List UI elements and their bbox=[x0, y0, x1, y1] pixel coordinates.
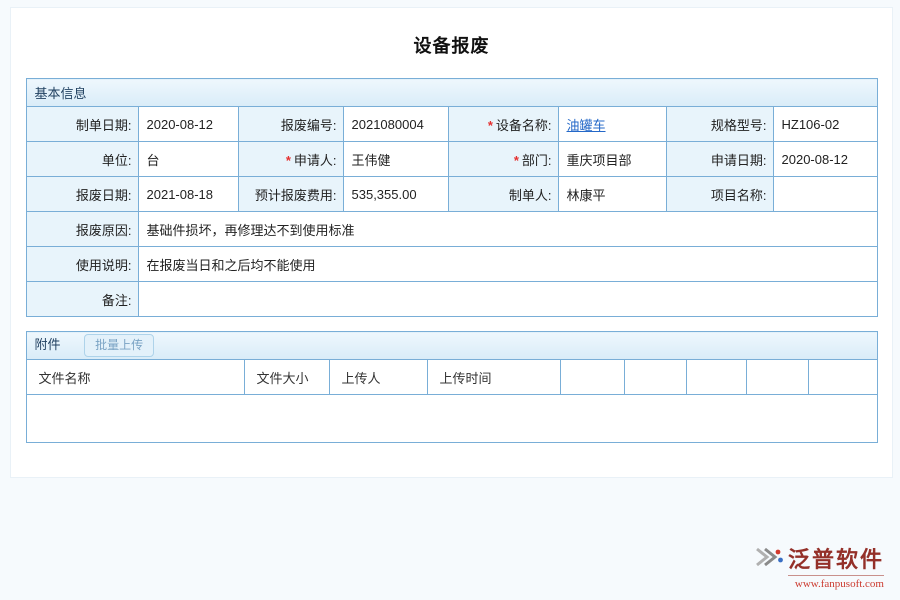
uploader-column-header: 上传人 bbox=[329, 360, 427, 395]
attachments-empty-area bbox=[26, 395, 877, 443]
spec-model-value: HZ106-02 bbox=[773, 107, 877, 142]
department-value: 重庆项目部 bbox=[558, 142, 666, 177]
basic-info-table: 基本信息 制单日期: 2020-08-12 报废编号: 2021080004 *… bbox=[26, 78, 878, 317]
scrap-date-value: 2021-08-18 bbox=[138, 177, 238, 212]
maker-value: 林康平 bbox=[558, 177, 666, 212]
empty-column-header bbox=[686, 360, 746, 395]
brand-name: 泛普软件 bbox=[788, 542, 884, 576]
fanpu-logo: 泛普软件 www.fanpusoft.com bbox=[754, 542, 884, 590]
empty-column-header bbox=[624, 360, 686, 395]
applicant-value: 王伟健 bbox=[343, 142, 448, 177]
page-title: 设备报废 bbox=[11, 8, 892, 78]
empty-column-header bbox=[808, 360, 877, 395]
file-name-column-header: 文件名称 bbox=[26, 360, 244, 395]
fanpu-logo-icon bbox=[754, 546, 784, 573]
project-name-value bbox=[773, 177, 877, 212]
spec-model-label: 规格型号: bbox=[666, 107, 773, 142]
attachments-table: 附件 批量上传 文件名称 文件大小 上传人 上传时间 bbox=[26, 331, 878, 443]
scrap-reason-label: 报废原因: bbox=[26, 212, 138, 247]
form-row-scrap-reason: 报废原因: 基础件损坏，再修理达不到使用标准 bbox=[26, 212, 877, 247]
remark-label: 备注: bbox=[26, 282, 138, 317]
main-panel: 设备报废 基本信息 制单日期: 2020-08-12 报废编号: 2021080… bbox=[10, 7, 893, 478]
empty-column-header bbox=[560, 360, 624, 395]
form-row-remark: 备注: bbox=[26, 282, 877, 317]
apply-date-label: 申请日期: bbox=[666, 142, 773, 177]
form-row-1: 制单日期: 2020-08-12 报废编号: 2021080004 *设备名称:… bbox=[26, 107, 877, 142]
upload-time-column-header: 上传时间 bbox=[427, 360, 560, 395]
batch-upload-button[interactable]: 批量上传 bbox=[84, 334, 154, 357]
department-label: *部门: bbox=[448, 142, 558, 177]
form-row-2: 单位: 台 *申请人: 王伟健 *部门: 重庆项目部 申请日期: 2020-08… bbox=[26, 142, 877, 177]
unit-label: 单位: bbox=[26, 142, 138, 177]
form-row-3: 报废日期: 2021-08-18 预计报废费用: 535,355.00 制单人:… bbox=[26, 177, 877, 212]
required-asterisk: * bbox=[488, 118, 493, 133]
required-asterisk: * bbox=[514, 153, 519, 168]
brand-website: www.fanpusoft.com bbox=[754, 578, 884, 590]
project-name-label: 项目名称: bbox=[666, 177, 773, 212]
usage-note-value: 在报废当日和之后均不能使用 bbox=[138, 247, 877, 282]
apply-date-value: 2020-08-12 bbox=[773, 142, 877, 177]
file-size-column-header: 文件大小 bbox=[244, 360, 329, 395]
equipment-name-value: 油罐车 bbox=[558, 107, 666, 142]
maker-label: 制单人: bbox=[448, 177, 558, 212]
equipment-name-label: *设备名称: bbox=[448, 107, 558, 142]
scrap-no-label: 报废编号: bbox=[238, 107, 343, 142]
unit-value: 台 bbox=[138, 142, 238, 177]
estimated-cost-value: 535,355.00 bbox=[343, 177, 448, 212]
basic-info-section-header: 基本信息 bbox=[26, 79, 877, 107]
form-row-usage-note: 使用说明: 在报废当日和之后均不能使用 bbox=[26, 247, 877, 282]
equipment-name-link[interactable]: 油罐车 bbox=[567, 118, 606, 133]
scrap-date-label: 报废日期: bbox=[26, 177, 138, 212]
make-date-label: 制单日期: bbox=[26, 107, 138, 142]
remark-value bbox=[138, 282, 877, 317]
attachments-header-row: 文件名称 文件大小 上传人 上传时间 bbox=[26, 360, 877, 395]
scrap-reason-value: 基础件损坏，再修理达不到使用标准 bbox=[138, 212, 877, 247]
attachments-section-title: 附件 bbox=[35, 337, 61, 352]
attachments-section-header: 附件 批量上传 bbox=[26, 332, 877, 360]
scrap-no-value: 2021080004 bbox=[343, 107, 448, 142]
make-date-value: 2020-08-12 bbox=[138, 107, 238, 142]
required-asterisk: * bbox=[286, 153, 291, 168]
applicant-label: *申请人: bbox=[238, 142, 343, 177]
empty-column-header bbox=[746, 360, 808, 395]
usage-note-label: 使用说明: bbox=[26, 247, 138, 282]
estimated-cost-label: 预计报废费用: bbox=[238, 177, 343, 212]
basic-info-section-title: 基本信息 bbox=[35, 86, 87, 101]
